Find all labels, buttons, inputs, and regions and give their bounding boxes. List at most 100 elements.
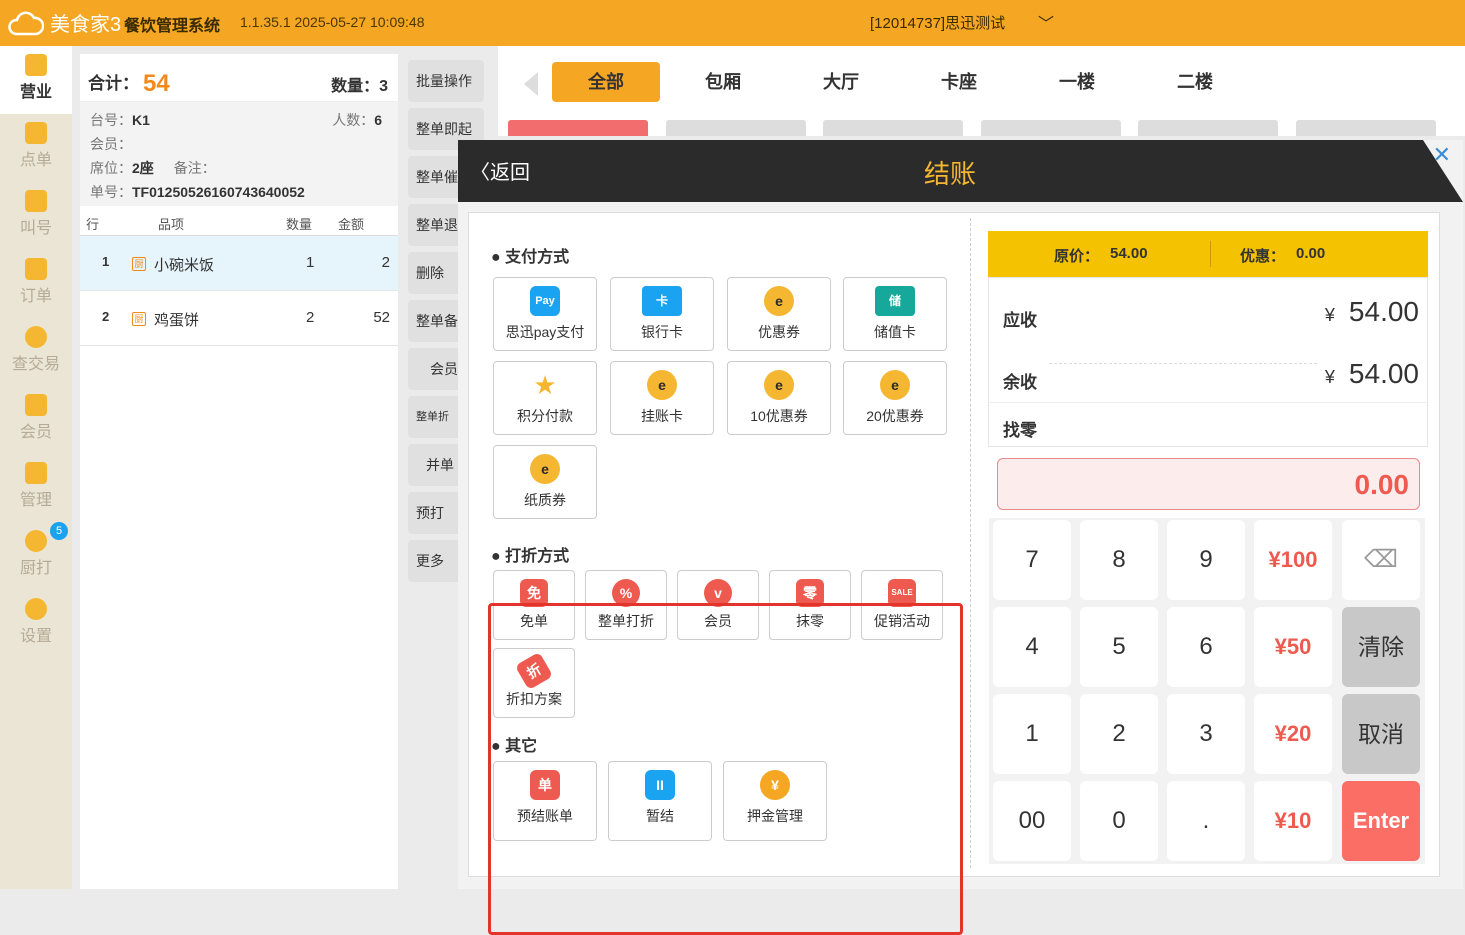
- key-6[interactable]: 6: [1167, 607, 1245, 687]
- pay-points-button[interactable]: ★ 积分付款: [493, 361, 597, 435]
- amount-input[interactable]: 0.00: [997, 458, 1420, 510]
- modal-title: 结账: [923, 159, 976, 189]
- row-name: 鸡蛋饼: [154, 312, 200, 329]
- tab-booth[interactable]: 卡座: [905, 62, 1013, 102]
- cancel-button[interactable]: 取消: [1342, 694, 1420, 774]
- pay-label: 积分付款: [517, 408, 573, 424]
- sidebar-item-label: 设置: [19, 628, 52, 645]
- backspace-icon[interactable]: ⌫: [1342, 520, 1420, 600]
- discount-amount-label: 优惠：: [1240, 248, 1286, 265]
- system-name: 餐饮管理系统: [124, 18, 221, 35]
- currency: ¥: [1324, 367, 1335, 387]
- order-summary: 合计： 54 数量：3: [80, 54, 398, 102]
- seat-info: 席位：2座 备注：: [90, 156, 388, 180]
- key-0[interactable]: 0: [1080, 781, 1158, 861]
- enter-button[interactable]: Enter: [1342, 781, 1420, 861]
- sidebar-item-label: 订单: [19, 288, 52, 305]
- original-value: 54.00: [1110, 245, 1148, 262]
- key-2[interactable]: 2: [1080, 694, 1158, 774]
- hand-icon: [25, 122, 47, 144]
- list-icon: [25, 258, 47, 280]
- table-card[interactable]: [981, 120, 1121, 136]
- table-card[interactable]: [1296, 120, 1436, 136]
- tab-floor-1[interactable]: 一楼: [1023, 62, 1131, 102]
- number-icon: [25, 190, 47, 212]
- table-card[interactable]: [1138, 120, 1278, 136]
- people-count: 人数：6: [332, 108, 382, 132]
- version-info: 1.1.35.1 2025-05-27 10:09:48: [240, 14, 425, 30]
- pay-coupon-20-button[interactable]: e 20优惠券: [843, 361, 947, 435]
- stored-value-card-icon: 储: [875, 286, 915, 316]
- tab-floor-2[interactable]: 二楼: [1141, 62, 1249, 102]
- pay-sixun-button[interactable]: Pay 思迅pay支付: [493, 277, 597, 351]
- remaining-value: 54.00: [1348, 358, 1419, 389]
- key-3[interactable]: 3: [1167, 694, 1245, 774]
- store-selector[interactable]: [12014737]思迅测试: [870, 12, 1005, 33]
- top-bar: 美食家3 餐饮管理系统 1.1.35.1 2025-05-27 10:09:48…: [0, 0, 1465, 46]
- pay-paper-coupon-button[interactable]: e 纸质券: [493, 445, 597, 519]
- row-name: 小碗米饭: [154, 257, 215, 274]
- order-qty: 数量：3: [331, 72, 388, 96]
- key-dot[interactable]: .: [1167, 781, 1245, 861]
- key-10[interactable]: ¥10: [1254, 781, 1332, 861]
- gear-icon: [25, 598, 47, 620]
- key-9[interactable]: 9: [1167, 520, 1245, 600]
- tab-private-room[interactable]: 包厢: [669, 62, 777, 102]
- key-4[interactable]: 4: [993, 607, 1071, 687]
- key-100[interactable]: ¥100: [1254, 520, 1332, 600]
- sidebar-item-call[interactable]: 叫号: [0, 182, 72, 250]
- table-card[interactable]: [823, 120, 963, 136]
- kitchen-icon: 厨: [132, 312, 146, 326]
- clear-button[interactable]: 清除: [1342, 607, 1420, 687]
- pay-coupon-10-button[interactable]: e 10优惠券: [727, 361, 831, 435]
- sidebar-item-kitchen[interactable]: 厨打 5: [0, 522, 72, 590]
- seat-value: 2座: [132, 160, 154, 176]
- key-00[interactable]: 00: [993, 781, 1071, 861]
- tab-all[interactable]: 全部: [552, 62, 660, 102]
- sidebar-item-label: 查交易: [11, 356, 60, 373]
- seat-label: 席位：: [90, 160, 132, 176]
- original-label: 原价：: [1054, 248, 1100, 265]
- pay-icon: Pay: [530, 286, 560, 316]
- kitchen-icon: [25, 530, 47, 552]
- order-info: 台号：K1 人数：6 会员： 席位：2座 备注： 单号：TF01250526160…: [80, 102, 398, 206]
- pay-coupon-button[interactable]: e 优惠券: [727, 277, 831, 351]
- key-8[interactable]: 8: [1080, 520, 1158, 600]
- batch-op-button[interactable]: 批量操作: [408, 60, 484, 102]
- currency: ¥: [1324, 305, 1335, 325]
- area-tabs: 全部 包厢 大厅 卡座 一楼 二楼: [498, 46, 1465, 136]
- table-card[interactable]: [508, 120, 648, 136]
- sidebar-item-member[interactable]: 会员: [0, 386, 72, 454]
- table-row[interactable]: 1 厨 小碗米饭 1 2: [80, 236, 398, 291]
- sidebar-item-settings[interactable]: 设置: [0, 590, 72, 658]
- sidebar-item-order[interactable]: 点单: [0, 114, 72, 182]
- sidebar-item-manage[interactable]: 管理: [0, 454, 72, 522]
- tab-hall[interactable]: 大厅: [787, 62, 895, 102]
- section-label: 支付方式: [505, 249, 570, 266]
- chevron-left-icon[interactable]: [524, 72, 538, 96]
- table-card[interactable]: [666, 120, 806, 136]
- row-qty: 2: [306, 309, 315, 326]
- table-row[interactable]: 2 厨 鸡蛋饼 2 52: [80, 291, 398, 346]
- pay-bank-card-button[interactable]: 卡银行卡: [610, 277, 714, 351]
- col-line: 行: [86, 217, 100, 232]
- order-panel: 合计： 54 数量：3 台号：K1 人数：6 会员： 席位：2座 备注： 单号：TF…: [80, 54, 398, 889]
- pay-label: 思迅pay支付: [505, 324, 585, 340]
- sidebar-item-transactions[interactable]: 查交易: [0, 318, 72, 386]
- pay-credit-card-button[interactable]: e 挂账卡: [610, 361, 714, 435]
- pay-stored-card-button[interactable]: 储储值卡: [843, 277, 947, 351]
- chevron-down-icon[interactable]: ﹀: [1038, 10, 1054, 34]
- order-total: 合计： 54: [88, 68, 170, 97]
- key-1[interactable]: 1: [993, 694, 1071, 774]
- key-7[interactable]: 7: [993, 520, 1071, 600]
- sidebar-item-business[interactable]: 营业: [0, 46, 72, 114]
- key-5[interactable]: 5: [1080, 607, 1158, 687]
- coupon-icon: e: [647, 370, 677, 400]
- key-20[interactable]: ¥20: [1254, 694, 1332, 774]
- key-50[interactable]: ¥50: [1254, 607, 1332, 687]
- sidebar-item-orders[interactable]: 订单: [0, 250, 72, 318]
- close-icon[interactable]: ✕: [1433, 142, 1451, 168]
- sidebar-item-label: 叫号: [19, 220, 52, 237]
- qty-label: 数量：: [331, 78, 380, 95]
- divider: [970, 218, 971, 868]
